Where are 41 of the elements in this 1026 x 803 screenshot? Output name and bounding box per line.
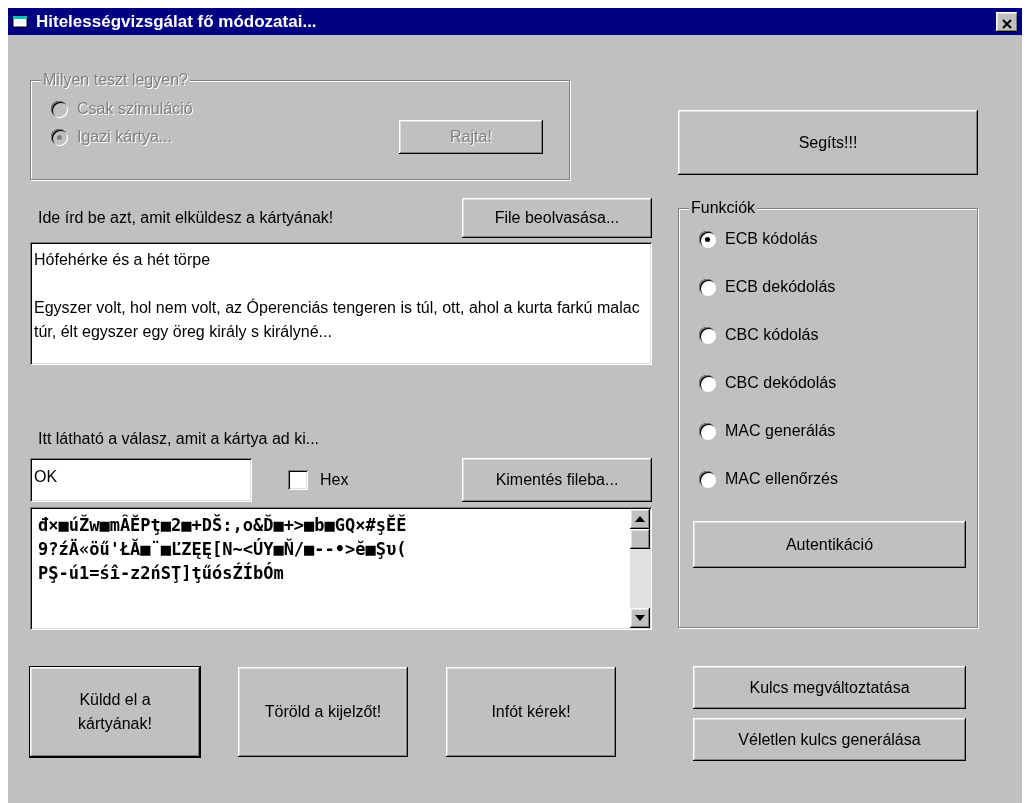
hex-checkbox[interactable]: [288, 470, 308, 490]
action-button[interactable]: Infót kérek!: [446, 667, 616, 757]
response-text-area[interactable]: đ×■úŽw■mÂĔPţ■2■+DŠ:,o&Ď■+>■b■GQ×#şĔĚ 9?źÄ«öű'ŁĂ■¨■ĽZĘĘ[Ν~<ÚY■Ň/■--•>ĕ■Şυ( PŞ-ú1=śî-z2ńSŢ]ţűósŹÍbÓm: [30, 507, 652, 630]
radio-label: MAC generálás: [725, 421, 836, 441]
window-title: Hitelességvizsgálat fő módozatai...: [36, 10, 318, 33]
status-field[interactable]: OK: [30, 458, 252, 502]
action-button[interactable]: Küldd el a kártyának!: [30, 667, 200, 757]
scroll-up-button[interactable]: [630, 509, 650, 529]
response-label: Itt látható a válasz, amit a kártya ad ki...: [37, 429, 320, 449]
radio-label: ECB kódolás: [725, 229, 818, 249]
radio-label: CBC dekódolás: [725, 373, 837, 393]
down-arrow-icon: [635, 615, 645, 621]
authentication-button[interactable]: Autentikáció: [693, 521, 966, 568]
radio-button[interactable]: [699, 423, 715, 439]
close-button[interactable]: [996, 11, 1018, 32]
radio-button[interactable]: [699, 279, 715, 295]
radio-button[interactable]: [699, 231, 715, 247]
key-button[interactable]: Véletlen kulcs generálása: [693, 718, 966, 761]
close-icon: [1001, 18, 1013, 31]
hex-label: Hex: [320, 470, 349, 490]
input-label: Ide írd be azt, amit elküldesz a kártyának!: [38, 208, 334, 228]
radio-button[interactable]: [699, 375, 715, 391]
action-button[interactable]: Töröld a kijelzőt!: [238, 667, 408, 757]
radio-label: MAC ellenőrzés: [725, 469, 838, 489]
scroll-thumb[interactable]: [630, 529, 650, 549]
group-label: Milyen teszt legyen?: [41, 70, 190, 90]
radio-button[interactable]: [699, 327, 715, 343]
radio-label: ECB dekódolás: [725, 277, 836, 297]
help-button[interactable]: Segíts!!!: [678, 110, 978, 175]
scroll-down-button[interactable]: [630, 608, 650, 628]
message-text-area[interactable]: Hófehérke és a hét törpe Egyszer volt, hol nem volt, az Óperenciás tengeren is túl, ott, ahol a kurta farkú malac túr, élt egyszer egy öreg király s királyné...: [30, 242, 652, 365]
radio-label: Csak szimuláció: [77, 99, 193, 119]
load-file-button[interactable]: File beolvasása...: [462, 198, 652, 238]
key-button[interactable]: Kulcs megváltoztatása: [693, 666, 966, 709]
radio-button[interactable]: [699, 471, 715, 487]
window-icon: [12, 13, 30, 30]
radio-label: CBC kódolás: [725, 325, 819, 345]
scrollbar[interactable]: [630, 509, 650, 628]
save-to-file-button[interactable]: Kimentés fileba...: [462, 458, 652, 502]
up-arrow-icon: [635, 516, 645, 522]
radio-label: Igazi kártya...: [77, 127, 173, 147]
